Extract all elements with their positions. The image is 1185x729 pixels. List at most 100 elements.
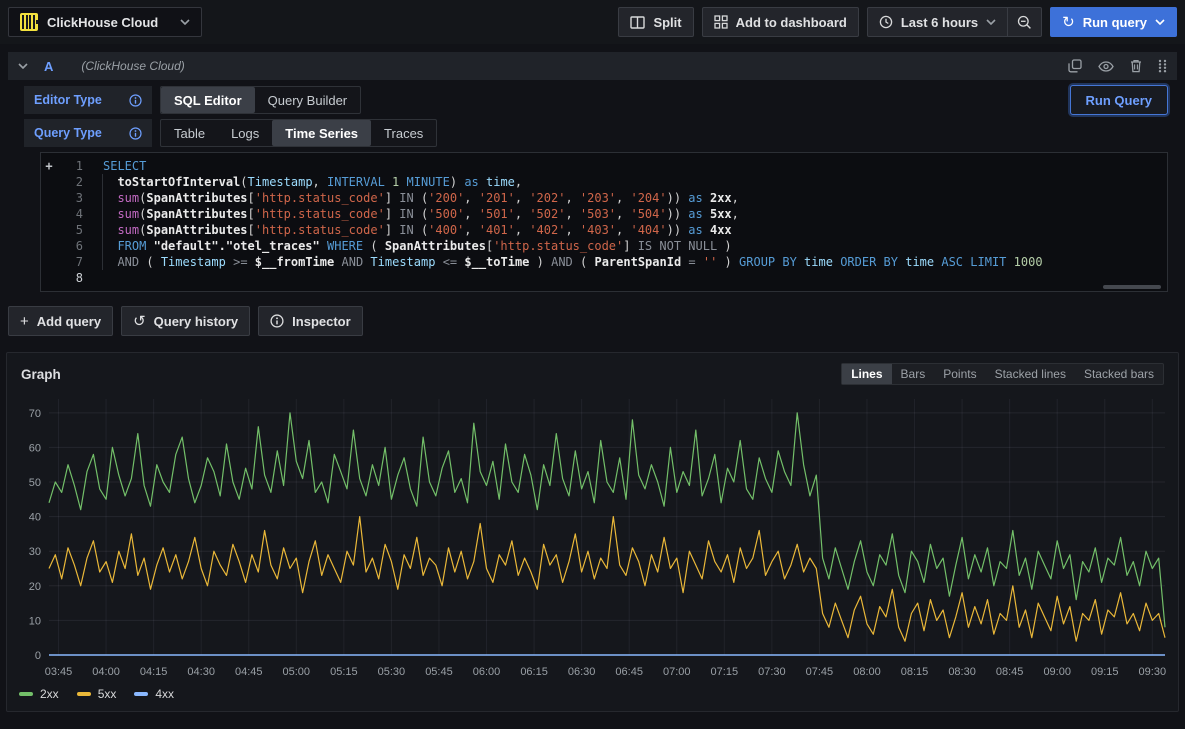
- x-axis-label: 07:30: [758, 666, 786, 678]
- line-number: 8: [57, 270, 83, 286]
- eye-icon: [1098, 61, 1114, 72]
- y-axis-label: 40: [29, 512, 41, 524]
- legend-item-4xx[interactable]: 4xx: [134, 687, 174, 701]
- graph-mode-option-stacked-lines[interactable]: Stacked lines: [986, 364, 1075, 384]
- chevron-down-icon: [986, 19, 996, 25]
- collapse-chevron-icon[interactable]: [18, 63, 28, 69]
- line-number: 2: [57, 174, 83, 190]
- query-history-button[interactable]: ↺ Query history: [121, 306, 250, 336]
- run-query-button[interactable]: ↻ Run query: [1050, 7, 1177, 37]
- query-type-switch: TableLogsTime SeriesTraces: [160, 119, 437, 147]
- info-icon: [270, 314, 284, 328]
- zoom-out-button[interactable]: [1008, 7, 1042, 37]
- sql-line-6: 6 FROM "default"."otel_traces" WHERE ( S…: [41, 238, 1167, 254]
- graph-panel: Graph LinesBarsPointsStacked linesStacke…: [6, 352, 1179, 712]
- info-icon[interactable]: [129, 94, 142, 107]
- line-number: 4: [57, 206, 83, 222]
- query-datasource-note: (ClickHouse Cloud): [81, 59, 184, 73]
- graph-panel-title: Graph: [21, 367, 61, 382]
- legend-label: 5xx: [98, 687, 117, 701]
- split-icon: [630, 16, 645, 29]
- graph-mode-option-bars[interactable]: Bars: [892, 364, 935, 384]
- editor-type-option-sql-editor[interactable]: SQL Editor: [161, 87, 255, 113]
- inspector-button[interactable]: Inspector: [258, 306, 363, 336]
- grip-dots-icon: [1158, 59, 1167, 73]
- datasource-name: ClickHouse Cloud: [47, 15, 158, 30]
- y-axis-label: 60: [29, 442, 41, 454]
- y-axis-label: 70: [29, 408, 41, 420]
- apps-grid-icon: [714, 15, 728, 29]
- legend-swatch: [134, 692, 148, 696]
- line-number: 1: [57, 158, 83, 174]
- copy-icon: [1068, 59, 1082, 73]
- x-axis-label: 06:45: [615, 666, 643, 678]
- query-type-chip: Query Type: [24, 119, 152, 147]
- query-type-option-table[interactable]: Table: [161, 120, 218, 146]
- query-type-option-logs[interactable]: Logs: [218, 120, 272, 146]
- x-axis-label: 05:30: [378, 666, 406, 678]
- x-axis-label: 04:15: [140, 666, 168, 678]
- x-axis-label: 04:30: [187, 666, 215, 678]
- run-query-editor-button[interactable]: Run Query: [1070, 85, 1168, 115]
- legend-label: 4xx: [155, 687, 174, 701]
- graph-mode-option-points[interactable]: Points: [934, 364, 985, 384]
- sql-line-7: 7 AND ( Timestamp >= $__fromTime AND Tim…: [41, 254, 1167, 270]
- plus-icon: +: [20, 314, 29, 329]
- history-icon: ↺: [133, 314, 146, 329]
- sql-line-2: 2 toStartOfInterval(Timestamp, INTERVAL …: [41, 174, 1167, 190]
- chart-series-5xx: [49, 517, 1165, 642]
- chevron-down-icon: [1155, 19, 1165, 25]
- split-button[interactable]: Split: [618, 7, 693, 37]
- y-axis-label: 0: [35, 650, 41, 662]
- delete-query-button[interactable]: [1130, 59, 1142, 73]
- horizontal-scrollbar[interactable]: [1103, 285, 1161, 289]
- query-history-label: Query history: [154, 314, 239, 329]
- duplicate-query-button[interactable]: [1068, 59, 1082, 73]
- chart-grid: [49, 399, 1165, 655]
- sql-code-editor[interactable]: +1SELECT2 toStartOfInterval(Timestamp, I…: [40, 152, 1168, 292]
- editor-type-switch: SQL EditorQuery Builder: [160, 86, 361, 114]
- info-icon[interactable]: [129, 127, 142, 140]
- datasource-picker[interactable]: ClickHouse Cloud: [8, 7, 202, 37]
- line-number: 6: [57, 238, 83, 254]
- legend-item-5xx[interactable]: 5xx: [77, 687, 117, 701]
- hide-query-button[interactable]: [1098, 61, 1114, 72]
- split-label: Split: [653, 15, 681, 30]
- chart-series-2xx: [49, 413, 1165, 628]
- indent-guide: [102, 174, 103, 270]
- add-line-icon[interactable]: +: [41, 158, 57, 174]
- query-ref-id: A: [44, 59, 53, 74]
- legend-swatch: [77, 692, 91, 696]
- legend-swatch: [19, 692, 33, 696]
- time-range-picker[interactable]: Last 6 hours: [867, 7, 1008, 37]
- x-axis-label: 06:30: [568, 666, 596, 678]
- editor-type-chip: Editor Type: [24, 86, 152, 114]
- drag-handle[interactable]: [1158, 59, 1167, 73]
- query-type-option-time-series[interactable]: Time Series: [272, 120, 371, 146]
- graph-mode-option-stacked-bars[interactable]: Stacked bars: [1075, 364, 1163, 384]
- chart-legend: 2xx 5xx 4xx: [7, 687, 1178, 711]
- y-axis-label: 50: [29, 477, 41, 489]
- graph-mode-option-lines[interactable]: Lines: [842, 364, 891, 384]
- x-axis-label: 06:00: [473, 666, 501, 678]
- line-number: 5: [57, 222, 83, 238]
- time-series-chart[interactable]: 01020304050607003:4504:0004:1504:3004:45…: [15, 389, 1172, 687]
- y-axis-label: 20: [29, 581, 41, 593]
- clickhouse-logo-icon: [20, 13, 38, 31]
- time-picker-group: Last 6 hours: [867, 7, 1042, 37]
- query-type-option-traces[interactable]: Traces: [371, 120, 436, 146]
- add-to-dashboard-button[interactable]: Add to dashboard: [702, 7, 859, 37]
- inspector-label: Inspector: [292, 314, 351, 329]
- x-axis-label: 07:45: [806, 666, 834, 678]
- x-axis-label: 08:45: [996, 666, 1024, 678]
- x-axis-label: 05:00: [283, 666, 311, 678]
- x-axis-label: 07:15: [711, 666, 739, 678]
- add-query-button[interactable]: + Add query: [8, 306, 113, 336]
- x-axis-label: 09:15: [1091, 666, 1119, 678]
- x-axis-label: 04:00: [92, 666, 120, 678]
- line-number: 7: [57, 254, 83, 270]
- legend-item-2xx[interactable]: 2xx: [19, 687, 59, 701]
- legend-label: 2xx: [40, 687, 59, 701]
- editor-type-option-query-builder[interactable]: Query Builder: [255, 87, 360, 113]
- x-axis-label: 09:00: [1043, 666, 1071, 678]
